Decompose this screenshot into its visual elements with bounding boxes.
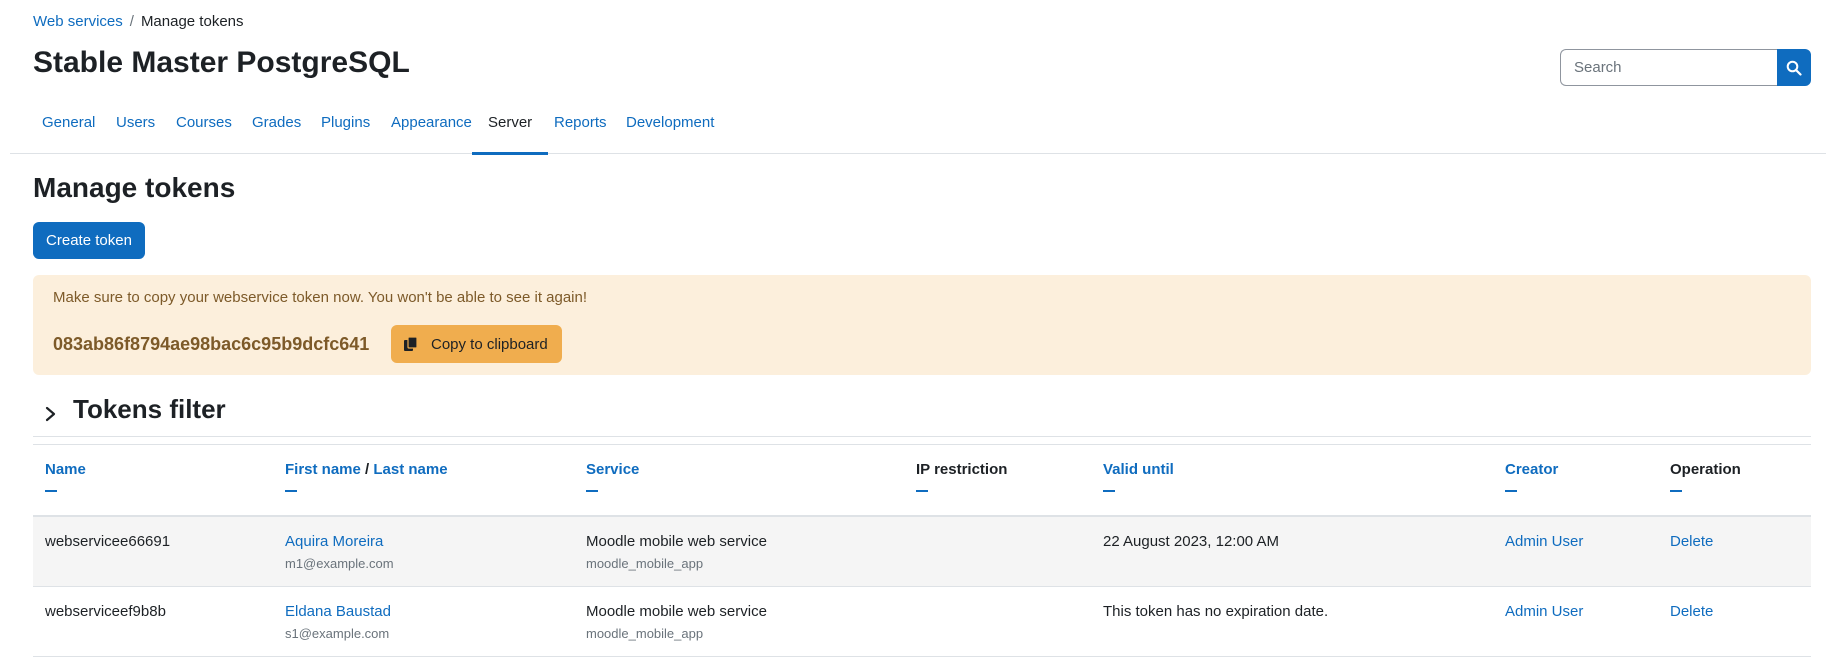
collapse-icon[interactable] [285,490,297,492]
collapse-icon[interactable] [1670,490,1682,492]
header-name-separator: / [360,461,374,478]
breadcrumb: Web services / Manage tokens [33,13,244,30]
token-alert: Make sure to copy your webservice token … [33,275,1811,375]
delete-link[interactable]: Delete [1670,603,1713,620]
site-title: Stable Master PostgreSQL [33,46,410,79]
alert-message: Make sure to copy your webservice token … [53,289,588,306]
chevron-right-icon[interactable] [43,399,59,429]
tokens-table: Name First name / Last name Service IP r… [33,444,1811,657]
valid-until: This token has no expiration date. [1103,603,1329,620]
user-cell: Eldana Baustad s1@example.com [285,603,391,641]
collapse-icon[interactable] [586,490,598,492]
copy-icon [404,336,418,351]
user-email: m1@example.com [285,556,394,571]
user-link[interactable]: Eldana Baustad [285,603,391,620]
token-value: 083ab86f8794ae98bac6c95b9dcfc641 [53,334,370,354]
breadcrumb-web-services-link[interactable]: Web services [33,13,123,30]
breadcrumb-separator: / [129,13,134,30]
header-last-name-link[interactable]: Last name [373,461,447,478]
creator-link[interactable]: Admin User [1505,533,1583,550]
copy-to-clipboard-button[interactable]: Copy to clipboard [391,325,562,363]
breadcrumb-current: Manage tokens [140,13,244,30]
collapse-icon[interactable] [45,490,57,492]
token-name: webserviceе66691 [45,533,171,550]
header-operation: Operation [1670,461,1741,492]
primary-navigation: General Users Courses Grades Plugins App… [10,103,1826,155]
delete-link[interactable]: Delete [1670,533,1713,550]
creator-link[interactable]: Admin User [1505,603,1583,620]
create-token-button[interactable]: Create token [33,222,145,259]
valid-until: 22 August 2023, 12:00 AM [1103,533,1279,550]
service-name: Moodle mobile web service [586,533,767,550]
header-first-name-link[interactable]: First name [285,461,361,478]
tab-grades[interactable]: Grades [252,103,301,154]
search-form: Search [1560,49,1811,86]
header-first-last-name: First name / Last name [285,461,448,492]
header-ip-restriction: IP restriction [916,461,1007,492]
header-name[interactable]: Name [45,461,86,492]
tab-development[interactable]: Development [626,103,714,154]
collapse-icon[interactable] [916,490,928,492]
tab-plugins[interactable]: Plugins [321,103,370,154]
service-shortname: moodle_mobile_app [586,556,704,571]
table-row: webserviceе66691 Aquira Moreira m1@examp… [33,517,1811,587]
service-name: Moodle mobile web service [586,603,767,620]
tokens-filter-title[interactable]: Tokens filter [73,394,226,425]
header-valid-until[interactable]: Valid until [1103,461,1174,492]
tab-reports[interactable]: Reports [554,103,607,154]
collapse-icon[interactable] [1103,490,1115,492]
header-creator[interactable]: Creator [1505,461,1558,492]
user-cell: Aquira Moreira m1@example.com [285,533,394,571]
token-name: webserviceef9b8b [45,603,166,620]
tab-courses[interactable]: Courses [176,103,232,154]
tab-general[interactable]: General [42,103,95,154]
search-input[interactable]: Search [1560,49,1777,86]
user-link[interactable]: Aquira Moreira [285,533,394,550]
tab-appearance[interactable]: Appearance [391,103,472,154]
search-icon [1786,60,1802,76]
service-cell: Moodle mobile web service moodle_mobile_… [586,533,767,571]
service-shortname: moodle_mobile_app [586,626,704,641]
collapse-icon[interactable] [1505,490,1517,492]
tab-server[interactable]: Server [471,103,549,155]
page-title: Manage tokens [33,172,236,203]
tab-users[interactable]: Users [116,103,155,154]
service-cell: Moodle mobile web service moodle_mobile_… [586,603,767,641]
search-button[interactable] [1777,49,1811,86]
table-header-row: Name First name / Last name Service IP r… [33,445,1811,517]
header-service[interactable]: Service [586,461,639,492]
user-email: s1@example.com [285,626,390,641]
table-row: webserviceef9b8b Eldana Baustad s1@examp… [33,587,1811,657]
copy-button-label: Copy to clipboard [431,335,548,353]
tokens-filter-section: Tokens filter [33,392,1811,437]
